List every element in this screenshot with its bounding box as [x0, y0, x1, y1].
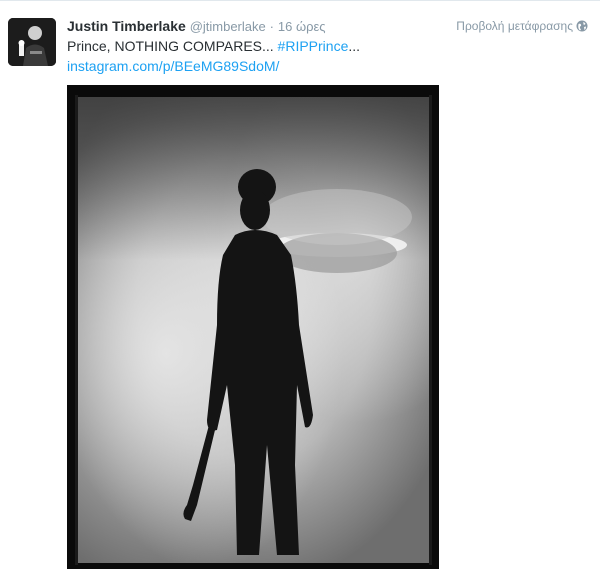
view-translation-button[interactable]: Προβολή μετάφρασης — [456, 17, 588, 37]
tweet-text-body: Prince, NOTHING COMPARES... — [67, 38, 278, 54]
hashtag-link[interactable]: #RIPPrince — [278, 38, 349, 54]
avatar[interactable] — [8, 18, 56, 66]
tweet-text: Prince, NOTHING COMPARES... #RIPPrince..… — [67, 36, 567, 76]
header-separator: · — [269, 19, 274, 34]
view-translation-label: Προβολή μετάφρασης — [456, 19, 573, 33]
tweet-text-ellipsis: ... — [348, 38, 361, 54]
tweet-top-divider — [0, 0, 600, 1]
tweet-header: Justin Timberlake @jtimberlake · 16 ώρες — [67, 16, 326, 36]
instagram-link[interactable]: instagram.com/p/BEeMG89SdoM/ — [67, 58, 279, 74]
tweet-timestamp[interactable]: 16 ώρες — [278, 19, 326, 34]
prince-silhouette-photo — [67, 85, 439, 569]
tweet-photo[interactable] — [67, 85, 439, 569]
author-username[interactable]: @jtimberlake — [190, 19, 266, 34]
globe-icon — [576, 19, 588, 37]
avatar-image — [8, 18, 56, 66]
author-name[interactable]: Justin Timberlake — [67, 18, 186, 34]
